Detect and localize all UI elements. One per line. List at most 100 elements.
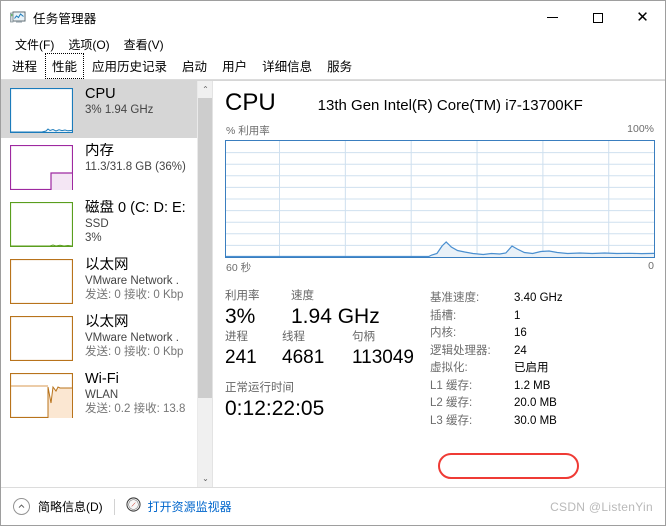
graph-y-max: 100% <box>627 123 654 135</box>
sidebar-item-wifi-title: Wi-Fi <box>85 371 119 387</box>
sidebar-item-disk0-text: 磁盘 0 (C: D: E: SSD 3% <box>85 200 186 245</box>
watermark: CSDN @ListenYin <box>550 499 653 514</box>
stat-threads-label: 线程 <box>282 331 305 343</box>
graph-time-labels: 60 秒 0 <box>225 260 655 275</box>
detail-value-logical-processors: 24 <box>514 344 527 357</box>
ethernet-2-thumbnail-graph <box>10 316 73 361</box>
tab-details[interactable]: 详细信息 <box>255 53 319 79</box>
resource-list: CPU 3% 1.94 GHz 内存 11.3/31.8 GB (36%) 磁盘… <box>1 81 198 423</box>
sidebar-item-memory[interactable]: 内存 11.3/31.8 GB (36%) <box>1 138 198 195</box>
scroll-down-arrow-icon[interactable]: ⌄ <box>198 470 212 487</box>
detail-row-virtualization: 虚拟化: 已启用 <box>430 360 655 378</box>
sidebar-item-ethernet-2-sub1: VMware Network . <box>85 332 179 344</box>
sidebar-item-memory-text: 内存 11.3/31.8 GB (36%) <box>85 143 186 174</box>
cpu-detail-panel: CPU 13th Gen Intel(R) Core(TM) i7-13700K… <box>213 81 665 487</box>
detail-key-l1-cache: L1 缓存: <box>430 379 473 392</box>
graph-y-label: % 利用率 <box>226 125 270 137</box>
detail-value-l3-cache: 30.0 MB <box>514 414 557 427</box>
disk-thumbnail-graph <box>10 202 73 247</box>
maximize-button[interactable] <box>575 1 620 34</box>
detail-value-sockets: 1 <box>514 309 521 322</box>
detail-row-logical-processors: 逻辑处理器: 24 <box>430 343 655 361</box>
tab-users[interactable]: 用户 <box>215 53 254 79</box>
cpu-model-name: 13th Gen Intel(R) Core(TM) i7-13700KF <box>317 97 583 114</box>
sidebar-item-cpu-title: CPU <box>85 86 116 102</box>
stat-uptime-label: 正常运行时间 <box>225 382 294 394</box>
sidebar-item-ethernet-1-title: 以太网 <box>85 257 129 273</box>
task-manager-window: 任务管理器 ✕ 文件(F) 选项(O) 查看(V) 进程 性能 应用历史记录 启… <box>0 0 666 526</box>
detail-key-sockets: 插槽: <box>430 309 457 322</box>
stat-uptime-value: 0:12:22:05 <box>225 397 325 420</box>
sidebar-item-wifi[interactable]: Wi-Fi WLAN 发送: 0.2 接收: 13.8 <box>1 366 198 423</box>
stats-area: 利用率 3% 速度 1.94 GHz 进程 241 线程 4681 句柄 113… <box>225 289 655 430</box>
sidebar-item-cpu-text: CPU 3% 1.94 GHz <box>85 86 153 117</box>
close-button[interactable]: ✕ <box>620 1 665 34</box>
stat-processes-label: 进程 <box>225 331 248 343</box>
detail-key-virtualization: 虚拟化: <box>430 362 468 374</box>
cpu-utilization-graph[interactable] <box>225 140 655 258</box>
graph-x-left: 60 秒 <box>226 262 252 274</box>
sidebar-item-disk0-sub2: 3% <box>85 232 102 244</box>
scroll-up-arrow-icon[interactable]: ⌃ <box>198 81 212 98</box>
sidebar-item-cpu-sub: 3% 1.94 GHz <box>85 104 154 116</box>
sidebar-item-ethernet-1-sub1: VMware Network . <box>85 275 179 287</box>
fewer-details-button[interactable]: 简略信息(D) <box>13 498 103 515</box>
detail-row-l1-cache: L1 缓存: 1.2 MB <box>430 378 655 396</box>
sidebar-item-disk0-sub1: SSD <box>85 218 109 230</box>
sidebar-item-ethernet-2-sub2: 发送: 0 接收: 0 Kbp <box>85 346 184 358</box>
sidebar-item-ethernet-2[interactable]: 以太网 VMware Network . 发送: 0 接收: 0 Kbp <box>1 309 198 366</box>
cpu-thumbnail-graph <box>10 88 73 133</box>
stats-row-1: 利用率 3% 速度 1.94 GHz <box>225 289 430 330</box>
cpu-graph-svg <box>226 141 654 257</box>
cpu-details-list: 基准速度: 3.40 GHz 插槽: 1 内核: 16 逻辑处理器: 24 虚拟… <box>430 289 655 430</box>
detail-key-base-speed: 基准速度: <box>430 292 480 304</box>
menu-bar: 文件(F) 选项(O) 查看(V) <box>1 34 665 55</box>
window-title: 任务管理器 <box>33 12 97 26</box>
stat-speed-label: 速度 <box>291 290 314 302</box>
minimize-button[interactable] <box>530 1 575 34</box>
status-separator <box>113 498 115 515</box>
detail-key-l3-cache: L3 缓存: <box>430 414 473 427</box>
sidebar-item-wifi-sub2: 发送: 0.2 接收: 13.8 <box>85 403 186 415</box>
sidebar-item-disk0-title: 磁盘 0 (C: D: E: <box>85 200 186 216</box>
sidebar-item-ethernet-1-text: 以太网 VMware Network . 发送: 0 接收: 0 Kbp <box>85 257 183 302</box>
detail-row-sockets: 插槽: 1 <box>430 308 655 326</box>
window-controls: ✕ <box>530 1 665 34</box>
stat-utilization: 利用率 3% <box>225 289 291 330</box>
tab-app-history[interactable]: 应用历史记录 <box>85 53 174 79</box>
detail-row-l2-cache: L2 缓存: 20.0 MB <box>430 395 655 413</box>
stat-threads: 线程 4681 <box>282 330 352 371</box>
sidebar-item-cpu[interactable]: CPU 3% 1.94 GHz <box>1 81 198 138</box>
detail-value-virtualization: 已启用 <box>514 362 549 374</box>
chevron-up-circle-icon <box>13 498 30 515</box>
sidebar-item-ethernet-2-title: 以太网 <box>85 314 129 330</box>
resource-sidebar: CPU 3% 1.94 GHz 内存 11.3/31.8 GB (36%) 磁盘… <box>1 81 213 487</box>
sidebar-item-memory-title: 内存 <box>85 143 114 159</box>
stat-handles-value: 113049 <box>352 347 414 368</box>
tab-performance[interactable]: 性能 <box>45 53 85 79</box>
title-bar: 任务管理器 ✕ <box>1 1 665 34</box>
sidebar-item-disk0[interactable]: 磁盘 0 (C: D: E: SSD 3% <box>1 195 198 252</box>
stat-utilization-label: 利用率 <box>225 290 260 302</box>
tab-startup[interactable]: 启动 <box>175 53 214 79</box>
stat-speed-value: 1.94 GHz <box>291 305 380 328</box>
graph-axis-labels: % 利用率 100% <box>225 123 655 138</box>
resource-monitor-icon <box>126 496 141 517</box>
content-area: CPU 3% 1.94 GHz 内存 11.3/31.8 GB (36%) 磁盘… <box>1 80 665 487</box>
sidebar-item-wifi-text: Wi-Fi WLAN 发送: 0.2 接收: 13.8 <box>85 371 185 416</box>
stat-handles-label: 句柄 <box>352 331 375 343</box>
detail-value-cores: 16 <box>514 327 527 339</box>
sidebar-scrollbar[interactable]: ⌃ ⌄ <box>197 81 212 487</box>
sidebar-item-ethernet-1-sub2: 发送: 0 接收: 0 Kbp <box>85 289 184 301</box>
stat-processes-value: 241 <box>225 347 257 368</box>
sidebar-item-ethernet-1[interactable]: 以太网 VMware Network . 发送: 0 接收: 0 Kbp <box>1 252 198 309</box>
wifi-thumbnail-graph <box>10 373 73 418</box>
stat-uptime: 正常运行时间 0:12:22:05 <box>225 381 430 422</box>
scrollbar-thumb[interactable] <box>198 98 212 398</box>
tab-services[interactable]: 服务 <box>320 53 359 79</box>
memory-thumbnail-graph <box>10 145 73 190</box>
stat-threads-value: 4681 <box>282 347 325 368</box>
open-resource-monitor-link[interactable]: 打开资源监视器 <box>126 496 232 517</box>
detail-row-cores: 内核: 16 <box>430 325 655 343</box>
tab-processes[interactable]: 进程 <box>5 53 44 79</box>
